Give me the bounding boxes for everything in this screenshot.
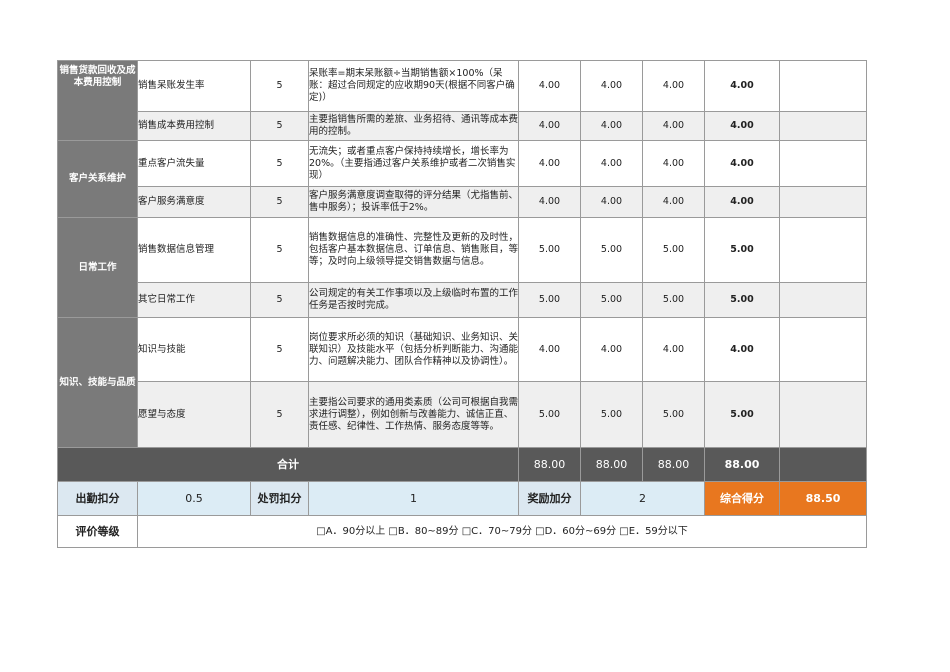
score-2: 5.00 [580, 282, 643, 318]
weight: 5 [250, 60, 309, 112]
empty-cell [779, 317, 867, 382]
item-name: 销售成本费用控制 [137, 111, 251, 141]
weight: 5 [250, 140, 309, 187]
category-cell: 知识、技能与品质 [57, 317, 138, 448]
item-name: 其它日常工作 [137, 282, 251, 318]
empty-cell [779, 186, 867, 218]
score-2: 5.00 [580, 381, 643, 448]
empty-cell [779, 111, 867, 141]
bonus-value[interactable]: 2 [580, 481, 705, 516]
table-row: 销售成本费用控制 5 主要指销售所需的差旅、业务招待、通讯等成本费用的控制。 4… [58, 111, 867, 141]
item-description: 呆账率=期末呆账额÷当期销售额×100%（呆账：超过合同规定的应收期90天(根据… [308, 60, 519, 112]
item-total: 4.00 [704, 186, 780, 218]
total-row: 合计 88.00 88.00 88.00 88.00 [57, 447, 867, 482]
item-description: 岗位要求所必须的知识（基础知识、业务知识、关联知识）及技能水平（包括分析判断能力… [308, 317, 519, 382]
score-2: 4.00 [580, 140, 643, 187]
score-3: 5.00 [642, 217, 705, 283]
score-3: 4.00 [642, 186, 705, 218]
table-row: 日常工作 销售数据信息管理 5 销售数据信息的准确性、完整性及更新的及时性，包括… [57, 217, 867, 318]
score-3: 4.00 [642, 140, 705, 187]
grade-options[interactable]: □A．90分以上 □B．80~89分 □C．70~79分 □D．60分~69分 … [137, 515, 867, 548]
score-2: 4.00 [580, 60, 643, 112]
total-score-3: 88.00 [642, 447, 705, 482]
score-1: 4.00 [518, 186, 581, 218]
item-description: 无流失；或者重点客户保持持续增长，增长率为20%。（主要指通过客户关系维护或者二… [308, 140, 519, 187]
table-row: 知识、技能与品质 知识与技能 5 岗位要求所必须的知识（基础知识、业务知识、关联… [57, 317, 867, 448]
score-1: 5.00 [518, 282, 581, 318]
weight: 5 [250, 186, 309, 218]
category-cell: 日常工作 [57, 217, 138, 318]
item-description: 主要指销售所需的差旅、业务招待、通讯等成本费用的控制。 [308, 111, 519, 141]
weight: 5 [250, 317, 309, 382]
attendance-value[interactable]: 0.5 [137, 481, 251, 516]
table-row: 其它日常工作 5 公司规定的有关工作事项以及上级临时布置的工作任务是否按时完成。… [58, 282, 867, 318]
item-total: 5.00 [704, 217, 780, 283]
bonus-label: 奖励加分 [518, 481, 581, 516]
item-name: 销售数据信息管理 [137, 217, 251, 283]
grade-label: 评价等级 [57, 515, 138, 548]
category-cell: 销售货款回收及成本费用控制 [57, 60, 138, 141]
weight: 5 [250, 381, 309, 448]
empty-cell [779, 282, 867, 318]
penalty-label: 处罚扣分 [250, 481, 309, 516]
empty-cell [779, 217, 867, 283]
score-1: 4.00 [518, 140, 581, 187]
item-description: 销售数据信息的准确性、完整性及更新的及时性，包括客户基本数据信息、订单信息、销售… [308, 217, 519, 283]
empty-cell [779, 447, 867, 482]
total-score-2: 88.00 [580, 447, 643, 482]
item-name: 愿望与态度 [137, 381, 251, 448]
total-score: 88.00 [704, 447, 780, 482]
final-score-value: 88.50 [779, 481, 867, 516]
weight: 5 [250, 217, 309, 283]
item-total: 4.00 [704, 111, 780, 141]
score-2: 5.00 [580, 217, 643, 283]
weight: 5 [250, 111, 309, 141]
weight: 5 [250, 282, 309, 318]
score-3: 5.00 [642, 282, 705, 318]
item-total: 4.00 [704, 60, 780, 112]
item-total: 5.00 [704, 381, 780, 448]
score-3: 4.00 [642, 60, 705, 112]
evaluation-table: 销售货款回收及成本费用控制 销售呆账发生率 5 呆账率=期末呆账额÷当期销售额×… [57, 60, 867, 548]
score-2: 4.00 [580, 317, 643, 382]
empty-cell [779, 60, 867, 112]
score-2: 4.00 [580, 186, 643, 218]
table-row: 愿望与态度 5 主要指公司要求的通用类素质（公司可根据自我需求进行调整），例如创… [58, 381, 867, 448]
table-row: 客户关系维护 重点客户流失量 5 无流失；或者重点客户保持持续增长，增长率为20… [57, 140, 867, 218]
score-1: 4.00 [518, 60, 581, 112]
item-total: 4.00 [704, 317, 780, 382]
item-description: 公司规定的有关工作事项以及上级临时布置的工作任务是否按时完成。 [308, 282, 519, 318]
item-name: 销售呆账发生率 [137, 60, 251, 112]
attendance-label: 出勤扣分 [57, 481, 138, 516]
score-row: 出勤扣分 0.5 处罚扣分 1 奖励加分 2 综合得分 88.50 [57, 481, 867, 516]
score-3: 4.00 [642, 317, 705, 382]
score-1: 4.00 [518, 317, 581, 382]
empty-cell [779, 140, 867, 187]
score-3: 4.00 [642, 111, 705, 141]
total-label: 合计 [57, 447, 519, 482]
score-1: 5.00 [518, 381, 581, 448]
penalty-value[interactable]: 1 [308, 481, 519, 516]
score-1: 5.00 [518, 217, 581, 283]
item-name: 客户服务满意度 [137, 186, 251, 218]
grade-row: 评价等级 □A．90分以上 □B．80~89分 □C．70~79分 □D．60分… [57, 515, 867, 548]
table-row: 客户服务满意度 5 客户服务满意度调查取得的评分结果（尤指售前、售中服务）；投诉… [58, 186, 867, 218]
item-total: 4.00 [704, 140, 780, 187]
item-description: 客户服务满意度调查取得的评分结果（尤指售前、售中服务）；投诉率低于2%。 [308, 186, 519, 218]
score-2: 4.00 [580, 111, 643, 141]
item-name: 重点客户流失量 [137, 140, 251, 187]
table-row: 销售货款回收及成本费用控制 销售呆账发生率 5 呆账率=期末呆账额÷当期销售额×… [57, 60, 867, 141]
item-description: 主要指公司要求的通用类素质（公司可根据自我需求进行调整），例如创新与改善能力、诚… [308, 381, 519, 448]
item-total: 5.00 [704, 282, 780, 318]
final-score-label: 综合得分 [704, 481, 780, 516]
score-1: 4.00 [518, 111, 581, 141]
category-cell: 客户关系维护 [57, 140, 138, 218]
empty-cell [779, 381, 867, 448]
total-score-1: 88.00 [518, 447, 581, 482]
item-name: 知识与技能 [137, 317, 251, 382]
score-3: 5.00 [642, 381, 705, 448]
